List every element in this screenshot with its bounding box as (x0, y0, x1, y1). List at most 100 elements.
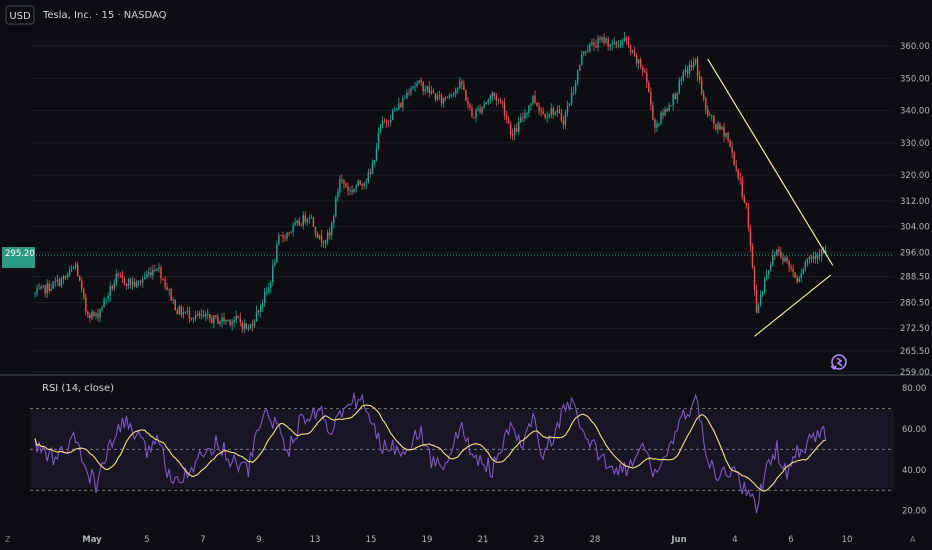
candle-body (416, 83, 418, 87)
candle-body (587, 50, 589, 52)
candle-body (676, 93, 678, 100)
price-tick-label: 265.50 (900, 347, 930, 357)
candle-body (139, 280, 142, 283)
candle-body (534, 95, 536, 103)
candle-body (324, 240, 327, 244)
candle-body (241, 322, 244, 329)
candle-body (759, 294, 762, 306)
candle-body (333, 216, 335, 224)
candle-body (471, 107, 473, 118)
candle-body (79, 276, 81, 281)
candle-body (111, 286, 113, 289)
candle-body (320, 235, 323, 243)
candle-body (444, 97, 447, 99)
candle-body (690, 65, 693, 68)
candle-body (74, 264, 77, 268)
candle-body (359, 180, 361, 185)
candle-body (489, 96, 491, 100)
candle-body (477, 108, 479, 111)
price-tick-label: 288.50 (900, 273, 930, 283)
candle-body (127, 279, 130, 286)
candle-body (595, 45, 597, 48)
candle-body (408, 92, 410, 94)
candle-body (404, 98, 406, 99)
candle-body (288, 232, 290, 234)
candle-body (76, 264, 79, 277)
candle-body (739, 178, 741, 180)
candle-body (192, 318, 195, 320)
price-tick-label: 259.00 (900, 368, 930, 378)
candle-body (572, 91, 575, 93)
candle-body (745, 202, 748, 206)
auto-mode-icon[interactable]: A (910, 535, 916, 544)
candle-body (601, 37, 603, 40)
candle-body (800, 273, 802, 278)
candle-body (605, 38, 607, 43)
candle-body (64, 276, 67, 278)
candle-body (184, 312, 187, 313)
candle-body (650, 91, 652, 106)
candle-body (485, 102, 487, 105)
auto-scale-icon[interactable]: Z (5, 535, 11, 544)
candle-body (215, 315, 217, 317)
candle-body (631, 50, 634, 53)
candle-body (642, 67, 644, 72)
candle-body (609, 44, 611, 47)
candle-body (247, 328, 250, 330)
candle-body (229, 319, 231, 325)
candle-body (737, 168, 739, 179)
candle-body (698, 75, 701, 80)
candle-body (375, 148, 378, 161)
candle-body (44, 285, 46, 294)
candle-body (202, 314, 205, 317)
candle-body (613, 42, 615, 43)
candle-body (607, 38, 609, 47)
candle-body (814, 255, 817, 259)
candle-body (556, 110, 559, 113)
candle-body (680, 79, 683, 81)
candle-body (792, 268, 794, 273)
candle-body (365, 181, 368, 184)
candle-body (615, 42, 618, 46)
candle-body (578, 65, 581, 71)
candle-body (341, 179, 343, 181)
chart-canvas[interactable]: USD Tesla, Inc. · 15 · NASDAQ 259.00 265.… (0, 0, 932, 550)
candle-body (589, 44, 591, 51)
candle-body (654, 119, 656, 128)
candle-body (438, 95, 441, 96)
candle-body (146, 274, 148, 278)
candle-body (235, 316, 237, 320)
rsi-tick-label: 20.00 (902, 507, 926, 517)
candle-body (524, 114, 526, 119)
pane-divider[interactable] (0, 374, 932, 376)
time-tick-label: 4 (732, 535, 737, 545)
candle-body (180, 306, 183, 315)
candle-body (455, 89, 457, 94)
candle-body (337, 191, 339, 198)
candle-body (251, 324, 254, 327)
candle-body (686, 69, 689, 74)
candle-body (558, 110, 561, 113)
price-tick-label: 340.00 (900, 107, 930, 117)
candle-body (347, 187, 349, 191)
log-scale-toggle[interactable]: Z (5, 535, 11, 544)
candle-body (38, 288, 40, 290)
candle-body (505, 115, 508, 119)
candle-body (532, 95, 534, 104)
candle-body (733, 152, 735, 166)
candle-body (150, 272, 152, 276)
candle-body (351, 190, 353, 192)
candle-body (117, 273, 120, 275)
candle-body (72, 267, 75, 269)
auto-mode-toggle[interactable]: A (910, 535, 916, 544)
rsi-tick-label: 80.00 (902, 384, 926, 394)
candle-body (798, 277, 800, 283)
candle-body (36, 288, 38, 294)
candle-body (597, 38, 599, 48)
candle-body (259, 306, 262, 312)
candle-body (552, 108, 554, 115)
candle-body (52, 281, 55, 289)
candle-body (497, 99, 500, 101)
candle-body (257, 310, 260, 312)
candle-body (211, 318, 213, 324)
